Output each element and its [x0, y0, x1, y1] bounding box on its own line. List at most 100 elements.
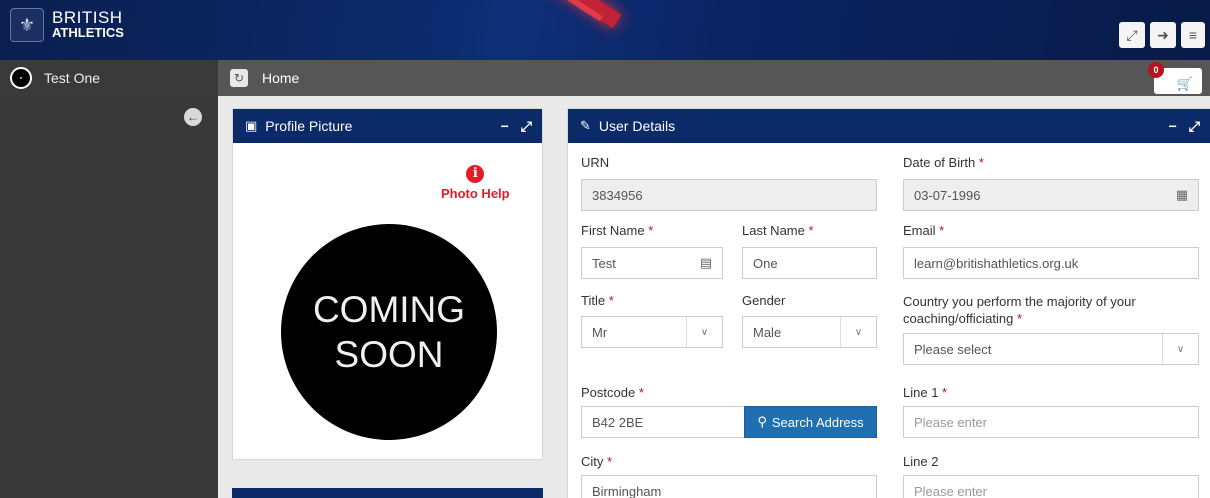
brand-line2: ATHLETICS — [52, 24, 124, 40]
sidebar: ← — [0, 96, 218, 498]
email-label-text: Email — [903, 223, 936, 238]
breadcrumb: ↻ Home 0 🛒 — [218, 60, 1210, 96]
line1-label-text: Line 1 — [903, 385, 939, 400]
city-label: City * — [581, 454, 612, 469]
fullscreen-button[interactable]: ⤢ — [1119, 22, 1145, 48]
country-select[interactable]: Please select ∨ — [903, 333, 1199, 365]
first-name-value: Test — [592, 255, 616, 271]
placeholder-line2: SOON — [334, 334, 444, 375]
address-line2-field[interactable]: Please enter — [903, 475, 1199, 498]
chevron-down-icon: ∨ — [686, 317, 722, 347]
id-card-icon: ▤ — [699, 255, 713, 270]
brand-logo[interactable]: ⚜ BRITISH ATHLETICS — [10, 8, 124, 42]
brand-text: BRITISH ATHLETICS — [52, 7, 124, 40]
required-mark: * — [1016, 311, 1023, 326]
cart-button[interactable]: 0 🛒 — [1148, 62, 1202, 94]
required-mark: * — [808, 223, 814, 238]
refresh-button[interactable]: ↻ — [230, 69, 248, 87]
title-select[interactable]: Mr ∨ — [581, 316, 723, 348]
fullscreen-icon: ⤢ — [1126, 26, 1138, 43]
email-label: Email * — [903, 223, 944, 238]
postcode-value: B42 2BE — [592, 414, 644, 430]
line2-label: Line 2 — [903, 454, 939, 469]
postcode-label-text: Postcode — [581, 385, 636, 400]
gender-select[interactable]: Male ∨ — [742, 316, 877, 348]
minimize-icon[interactable]: − — [501, 118, 509, 134]
date-of-birth-field[interactable]: 03-07-1996 ▦ — [903, 179, 1199, 211]
profile-picture-panel: ▣ Profile Picture − ⤢ i Photo Help COMIN… — [232, 108, 543, 460]
country-label-line2: coaching/officiating — [903, 311, 1014, 326]
logout-icon: ➜ — [1157, 26, 1169, 43]
panel-title: User Details — [598, 118, 676, 134]
photo-help-link[interactable]: i Photo Help — [441, 165, 510, 201]
required-mark: * — [978, 155, 984, 170]
postcode-label: Postcode * — [581, 385, 644, 400]
country-label-line1: Country you perform the majority of your — [903, 294, 1136, 309]
gender-label: Gender — [742, 293, 786, 308]
required-mark: * — [942, 385, 948, 400]
info-icon: i — [466, 165, 485, 183]
expand-icon[interactable]: ⤢ — [521, 118, 532, 135]
first-name-field[interactable]: Test ▤ — [581, 247, 723, 279]
menu-icon: ≡ — [1188, 27, 1198, 43]
postcode-field[interactable]: B42 2BE — [581, 406, 745, 438]
edit-icon: ✎ — [580, 118, 591, 133]
title-label-text: Title — [581, 293, 606, 308]
urn-field[interactable]: 3834956 — [581, 179, 877, 211]
image-icon: ▣ — [245, 118, 258, 133]
brand-line1: BRITISH — [52, 7, 123, 27]
top-header: ⚜ BRITISH ATHLETICS ⤢ ➜ ≡ — [0, 0, 1210, 60]
first-name-label: First Name * — [581, 223, 653, 238]
last-name-label: Last Name * — [742, 223, 814, 238]
profile-picture-header: ▣ Profile Picture − ⤢ — [233, 109, 542, 143]
photo-help-label: Photo Help — [441, 186, 510, 201]
first-name-label-text: First Name — [581, 223, 645, 238]
required-mark: * — [608, 293, 614, 308]
urn-value: 3834956 — [592, 187, 643, 203]
city-value: Birmingham — [592, 483, 662, 498]
last-name-field[interactable]: One — [742, 247, 877, 279]
search-address-button[interactable]: ⚲ Search Address — [744, 406, 877, 438]
panel-controls: − ⤢ — [1169, 109, 1200, 143]
crest-icon: ⚜ — [10, 8, 44, 42]
gender-value: Male — [753, 324, 782, 340]
breadcrumb-home[interactable]: Home — [262, 70, 299, 86]
dob-value: 03-07-1996 — [914, 187, 981, 203]
calendar-icon[interactable]: ▦ — [1166, 180, 1198, 210]
user-details-panel: ✎ User Details − ⤢ URN 3834956 Date of B… — [567, 108, 1210, 498]
user-details-header: ✎ User Details − ⤢ — [568, 109, 1210, 143]
search-address-label: Search Address — [771, 414, 864, 430]
dob-label-text: Date of Birth — [903, 155, 976, 170]
arrow-left-icon: ← — [187, 110, 199, 124]
city-field[interactable]: Birmingham — [581, 475, 877, 498]
minimize-icon[interactable]: − — [1169, 118, 1177, 134]
chevron-down-icon: ∨ — [1162, 334, 1198, 364]
logout-button[interactable]: ➜ — [1150, 22, 1176, 48]
last-name-value: One — [753, 255, 778, 271]
collapse-sidebar-button[interactable]: ← — [184, 108, 202, 126]
required-mark: * — [939, 223, 945, 238]
address-line1-field[interactable]: Please enter — [903, 406, 1199, 438]
dob-label: Date of Birth * — [903, 155, 984, 170]
placeholder-line1: COMING — [312, 289, 466, 330]
title-label: Title * — [581, 293, 614, 308]
required-mark: * — [648, 223, 654, 238]
profile-placeholder-image[interactable]: COMING SOON — [281, 224, 497, 440]
urn-label: URN — [581, 155, 610, 170]
avatar[interactable]: ● — [10, 67, 32, 89]
menu-button[interactable]: ≡ — [1181, 22, 1205, 48]
search-icon: ⚲ — [757, 414, 767, 429]
expand-icon[interactable]: ⤢ — [1189, 118, 1200, 135]
required-mark: * — [638, 385, 644, 400]
line2-placeholder: Please enter — [914, 483, 987, 498]
cart-icon: 🛒 — [1176, 76, 1194, 91]
panel-controls: − ⤢ — [501, 109, 532, 143]
country-value: Please select — [914, 341, 992, 357]
country-label: Country you perform the majority of your… — [903, 293, 1136, 327]
email-field[interactable]: learn@britishathletics.org.uk — [903, 247, 1199, 279]
refresh-icon: ↻ — [233, 71, 245, 85]
line1-placeholder: Please enter — [914, 414, 987, 430]
required-mark: * — [607, 454, 613, 469]
city-label-text: City — [581, 454, 604, 469]
user-name[interactable]: Test One — [44, 70, 100, 86]
